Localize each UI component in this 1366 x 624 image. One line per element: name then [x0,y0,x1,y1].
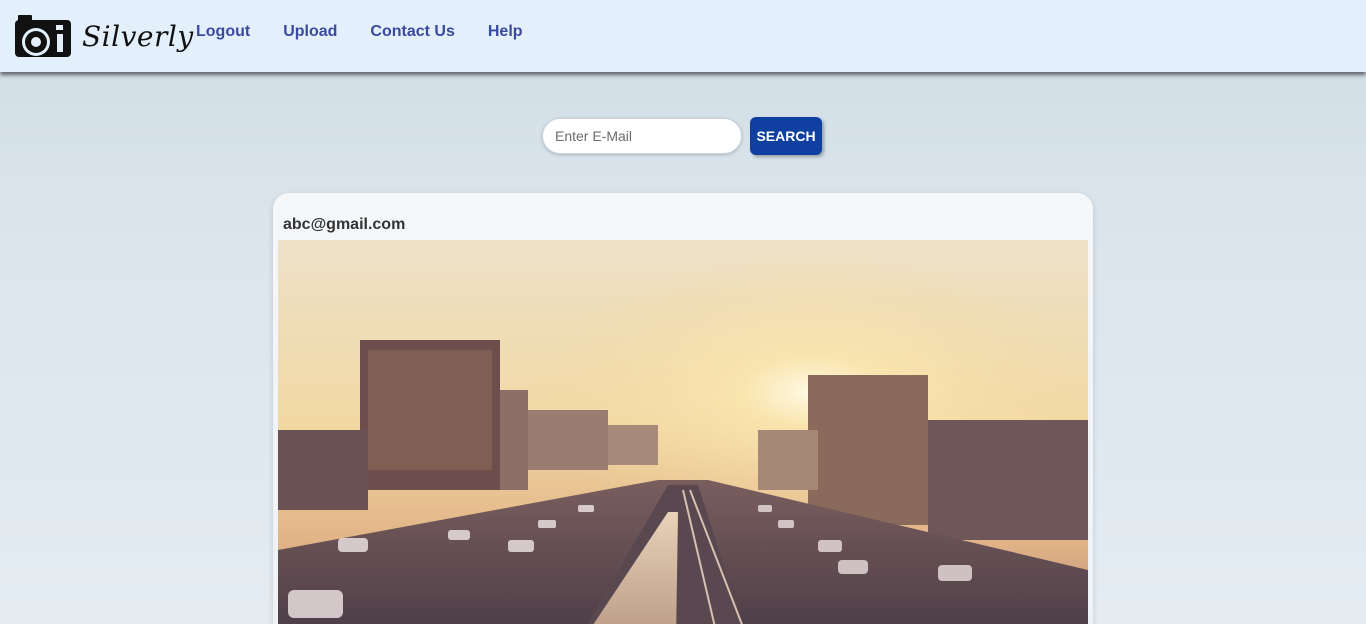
nav-logout-link[interactable]: Logout [196,23,250,41]
nav-upload-link[interactable]: Upload [283,23,337,41]
brand-name: Silverly [82,19,194,53]
post-photo[interactable] [278,240,1088,624]
navbar: Silverly Logout Upload Contact Us Help [0,0,1366,72]
nav-contact-us-link[interactable]: Contact Us [370,23,454,41]
search-button[interactable]: SEARCH [750,117,822,155]
brand[interactable]: Silverly [14,12,194,60]
camera-icon [14,13,72,59]
post-email: abc@gmail.com [283,216,406,233]
post-card: abc@gmail.com [273,193,1093,624]
email-search-input[interactable] [542,118,742,154]
search-bar: SEARCH [542,117,822,155]
nav-links: Logout Upload Contact Us Help [196,23,523,41]
nav-help-link[interactable]: Help [488,23,523,41]
